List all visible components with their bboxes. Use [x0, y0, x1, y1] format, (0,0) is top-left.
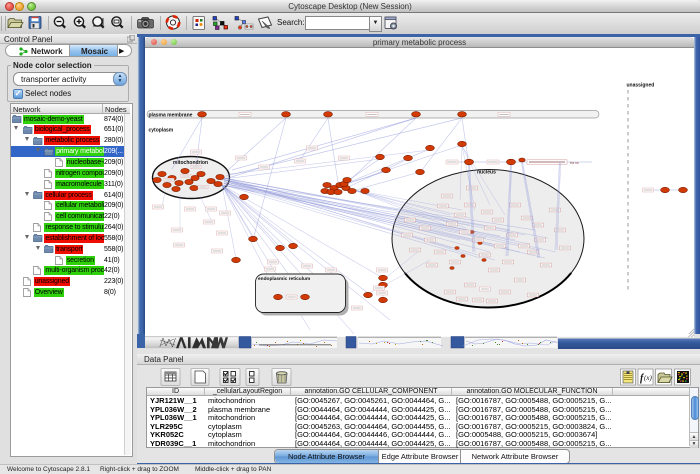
- svg-text:plasma membrane: plasma membrane: [149, 113, 193, 119]
- svg-text:cytoplasm: cytoplasm: [149, 128, 174, 134]
- svg-text:(x): (x): [644, 374, 652, 382]
- svg-text:endoplasmic reticulum: endoplasmic reticulum: [258, 276, 310, 282]
- svg-text:tra ns: tra ns: [570, 161, 579, 165]
- svg-text:mitochondrion: mitochondrion: [173, 160, 208, 166]
- svg-text:unassigned: unassigned: [627, 83, 655, 89]
